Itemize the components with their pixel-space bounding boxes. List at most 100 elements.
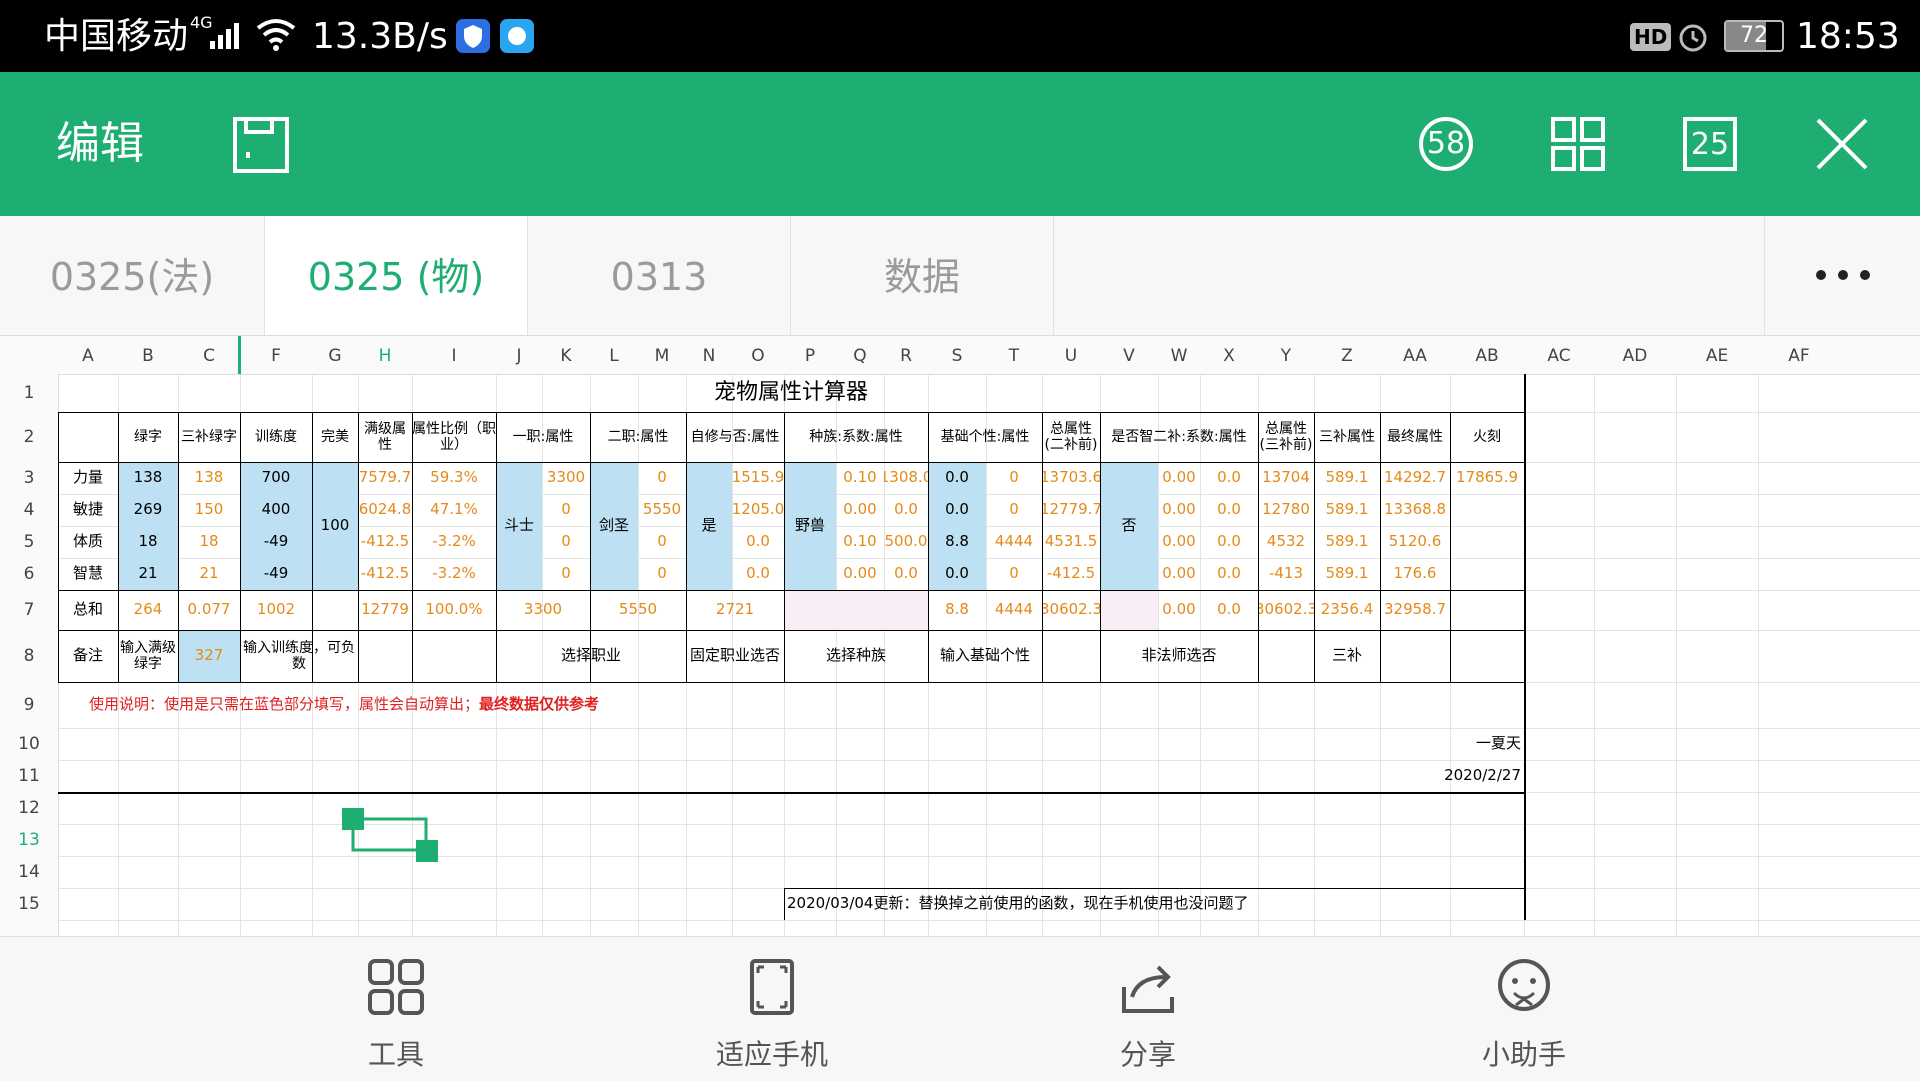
input-cell[interactable]: 327: [178, 630, 240, 682]
assistant-button[interactable]: 小助手: [1404, 937, 1644, 1081]
value-cell[interactable]: 1308.0: [884, 462, 928, 494]
value-cell[interactable]: 0.0: [732, 526, 784, 558]
header-cell[interactable]: 总属性(二补前): [1042, 412, 1100, 462]
column-header[interactable]: R: [884, 336, 928, 374]
column-header[interactable]: AB: [1450, 336, 1524, 374]
value-cell[interactable]: 2721: [686, 590, 784, 630]
value-cell[interactable]: 12779.7: [1042, 494, 1100, 526]
value-cell[interactable]: 589.1: [1314, 558, 1380, 590]
input-cell[interactable]: 18: [118, 526, 178, 558]
row-header[interactable]: 7: [0, 590, 58, 630]
value-cell[interactable]: [1450, 590, 1524, 630]
value-cell[interactable]: 0.00: [1158, 494, 1200, 526]
date-cell[interactable]: 2020/2/27: [1314, 760, 1524, 792]
sheet-title[interactable]: 宠物属性计算器: [58, 374, 1524, 412]
value-cell[interactable]: 4444: [986, 526, 1042, 558]
more-tabs-button[interactable]: [1764, 216, 1920, 335]
value-cell[interactable]: 0.00: [836, 494, 884, 526]
header-cell[interactable]: 绿字: [118, 412, 178, 462]
value-cell[interactable]: 1515.9: [732, 462, 784, 494]
value-cell[interactable]: 4532: [1258, 526, 1314, 558]
row-header[interactable]: 11: [0, 760, 58, 792]
value-cell[interactable]: 0.00: [1158, 526, 1200, 558]
note-cell[interactable]: 选择职业: [496, 630, 686, 682]
value-cell[interactable]: 3300: [542, 462, 590, 494]
value-cell[interactable]: 0: [638, 462, 686, 494]
value-cell[interactable]: 13703.6: [1042, 462, 1100, 494]
input-cell[interactable]: 剑圣: [590, 462, 638, 590]
empty-cell[interactable]: [1100, 590, 1158, 630]
value-cell[interactable]: 0.10: [836, 526, 884, 558]
value-cell[interactable]: 21: [178, 558, 240, 590]
input-cell[interactable]: 野兽: [784, 462, 836, 590]
value-cell[interactable]: -412.5: [358, 558, 412, 590]
value-cell[interactable]: 138: [178, 462, 240, 494]
column-header[interactable]: L: [590, 336, 638, 374]
value-cell[interactable]: 589.1: [1314, 526, 1380, 558]
instruction-cell[interactable]: 使用说明：使用是只需在蓝色部分填写，属性会自动算出； 最终数据仅供参考: [86, 682, 912, 728]
row-header[interactable]: 5: [0, 526, 58, 558]
value-cell[interactable]: 0: [542, 494, 590, 526]
value-cell[interactable]: 100.0%: [412, 590, 496, 630]
value-cell[interactable]: 0: [986, 558, 1042, 590]
row-header[interactable]: 9: [0, 682, 58, 728]
input-cell[interactable]: 是: [686, 462, 732, 590]
column-header[interactable]: AC: [1524, 336, 1594, 374]
header-cell[interactable]: 是否智二补:系数:属性: [1100, 412, 1258, 462]
row-header[interactable]: 14: [0, 856, 58, 888]
value-cell[interactable]: 0: [542, 558, 590, 590]
column-header[interactable]: Z: [1314, 336, 1380, 374]
header-cell[interactable]: 种族:系数:属性: [784, 412, 928, 462]
value-cell[interactable]: 0.00: [1158, 558, 1200, 590]
value-cell[interactable]: 0: [986, 494, 1042, 526]
value-cell[interactable]: 30602.3: [1042, 590, 1100, 630]
row-label-cell[interactable]: 总和: [58, 590, 118, 630]
header-cell[interactable]: 三补绿字: [178, 412, 240, 462]
value-cell[interactable]: 500.0: [884, 526, 928, 558]
column-header[interactable]: A: [58, 336, 118, 374]
header-cell[interactable]: 三补属性: [1314, 412, 1380, 462]
input-cell[interactable]: 400: [240, 494, 312, 526]
tools-button[interactable]: 工具: [276, 937, 516, 1081]
input-cell[interactable]: -49: [240, 526, 312, 558]
column-header[interactable]: I: [412, 336, 496, 374]
row-label-cell[interactable]: 体质: [58, 526, 118, 558]
value-cell[interactable]: 47.1%: [412, 494, 496, 526]
value-cell[interactable]: 0.077: [178, 590, 240, 630]
input-cell[interactable]: 100: [312, 462, 358, 590]
value-cell[interactable]: 1002: [240, 590, 312, 630]
value-cell[interactable]: 12780: [1258, 494, 1314, 526]
note-cell[interactable]: 选择种族: [784, 630, 928, 682]
column-header[interactable]: F: [240, 336, 312, 374]
input-cell[interactable]: 8.8: [928, 526, 986, 558]
column-header[interactable]: G: [312, 336, 358, 374]
tab-data[interactable]: 数据: [791, 216, 1054, 335]
row-label-cell[interactable]: 力量: [58, 462, 118, 494]
column-header[interactable]: O: [732, 336, 784, 374]
value-cell[interactable]: 0.0: [732, 558, 784, 590]
column-header[interactable]: AD: [1594, 336, 1676, 374]
column-header[interactable]: P: [784, 336, 836, 374]
value-cell[interactable]: 0.10: [836, 462, 884, 494]
row-header[interactable]: 12: [0, 792, 58, 824]
value-cell[interactable]: 0.00: [1158, 590, 1200, 630]
input-cell[interactable]: 269: [118, 494, 178, 526]
row-header[interactable]: 13: [0, 824, 58, 856]
header-cell[interactable]: 属性比例（职业）: [412, 412, 496, 462]
header-cell[interactable]: 总属性(三补前): [1258, 412, 1314, 462]
column-header[interactable]: Q: [836, 336, 884, 374]
value-cell[interactable]: 264: [118, 590, 178, 630]
column-header[interactable]: AE: [1676, 336, 1758, 374]
value-cell[interactable]: 0: [638, 558, 686, 590]
row-label-cell[interactable]: 备注: [58, 630, 118, 682]
input-cell[interactable]: 否: [1100, 462, 1158, 590]
header-cell[interactable]: 满级属性: [358, 412, 412, 462]
selection-handle-icon[interactable]: [342, 808, 452, 868]
tab-0325-fa[interactable]: 0325(法): [0, 216, 265, 335]
value-cell[interactable]: 7579.7: [358, 462, 412, 494]
value-cell[interactable]: 0.00: [1158, 462, 1200, 494]
header-cell[interactable]: 训练度: [240, 412, 312, 462]
column-header[interactable]: AF: [1758, 336, 1840, 374]
row-label-cell[interactable]: 敏捷: [58, 494, 118, 526]
value-cell[interactable]: 3300: [496, 590, 590, 630]
